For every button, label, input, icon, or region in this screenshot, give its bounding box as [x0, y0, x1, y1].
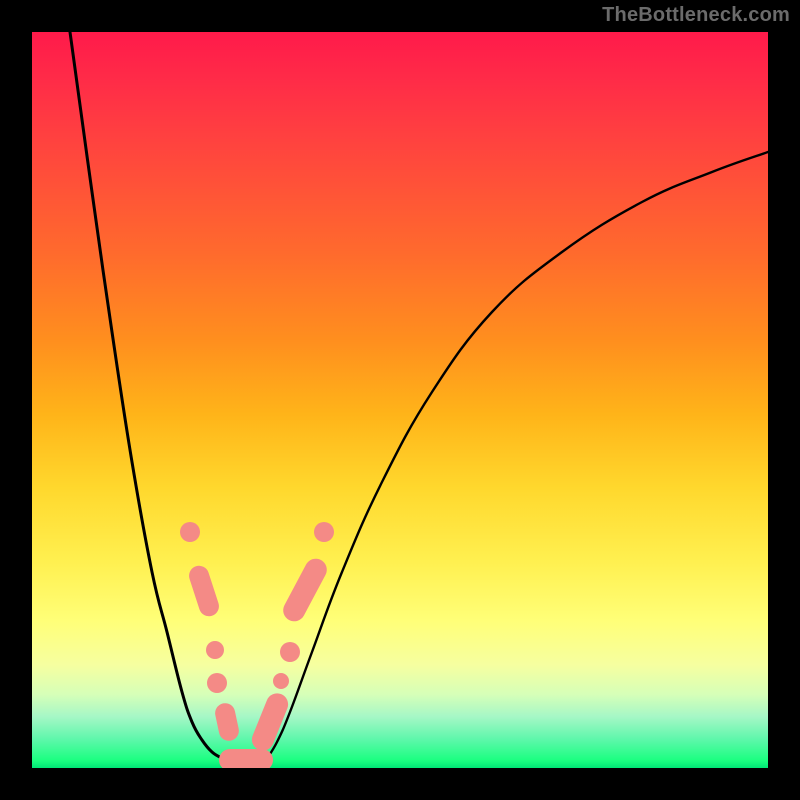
plot-area — [32, 32, 768, 768]
curve-point — [206, 641, 224, 659]
curve-cluster — [186, 563, 221, 619]
curve-cluster — [279, 555, 330, 625]
curve-point — [180, 522, 200, 542]
watermark-text: TheBottleneck.com — [602, 4, 790, 27]
curve-left-branch — [70, 32, 230, 760]
curve-point — [280, 642, 300, 662]
outer-frame: TheBottleneck.com — [0, 0, 800, 800]
curve-point — [314, 522, 334, 542]
bottleneck-curve-svg — [32, 32, 768, 768]
curve-markers — [180, 522, 334, 768]
curve-right-branch — [266, 152, 768, 760]
curve-point — [207, 673, 227, 693]
curve-point — [273, 673, 289, 689]
curve-cluster — [219, 749, 273, 768]
curve-cluster — [213, 701, 240, 742]
